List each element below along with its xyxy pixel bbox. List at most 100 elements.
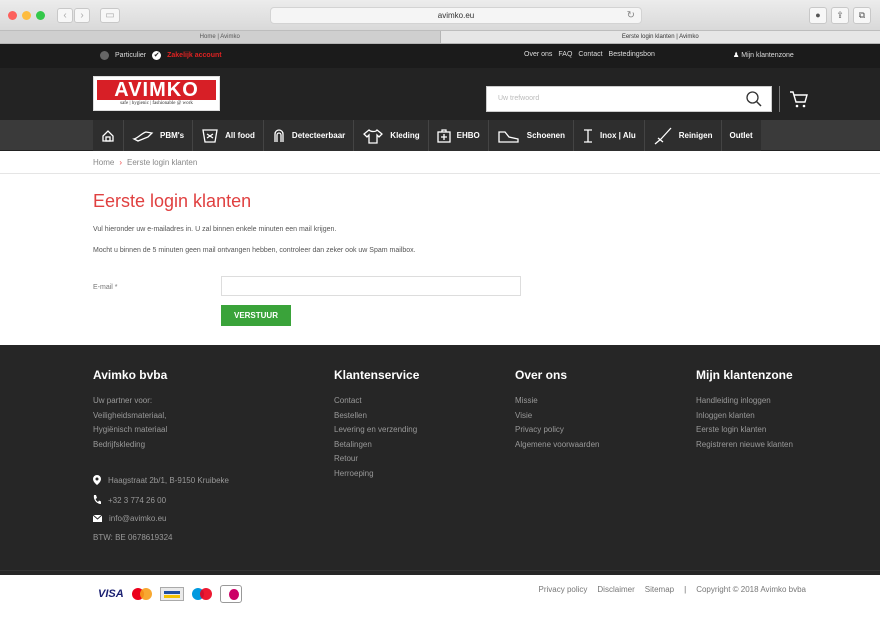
maximize-window-button[interactable] [36, 11, 45, 20]
cart-divider [779, 86, 780, 112]
cart-icon[interactable] [787, 88, 809, 110]
footer-link[interactable]: Betalingen [334, 438, 419, 453]
footer-heading: Mijn klantenzone [696, 368, 793, 382]
sidebar-icon[interactable]: ▭ [100, 8, 120, 23]
footer-vat: BTW: BE 0678619324 [93, 533, 172, 542]
browser-toolbar: ‹ › ▭ avimko.eu ↻ ● ⇪ ⧉ [0, 0, 880, 31]
top-link-faq[interactable]: FAQ [558, 51, 572, 58]
klantenzone-label: Mijn klantenzone [741, 52, 794, 59]
cat-detecteerbaar[interactable]: Detecteerbaar [264, 120, 355, 151]
instruction-text: Vul hieronder uw e-mailadres in. U zal b… [93, 226, 337, 233]
privacy-link[interactable]: Privacy policy [539, 585, 588, 594]
footer-email: info@avimko.eu [93, 514, 166, 523]
footer-col-over-ons: Over ons Missie Visie Privacy policy Alg… [515, 368, 600, 452]
top-link-contact[interactable]: Contact [578, 51, 602, 58]
footer-link[interactable]: Algemene voorwaarden [515, 438, 600, 453]
footer-heading: Klantenservice [334, 368, 420, 382]
glove-icon [132, 130, 154, 142]
footer-link[interactable]: Herroeping [334, 467, 419, 482]
phone-text[interactable]: +32 3 774 26 00 [108, 496, 166, 505]
site-footer: Avimko bvba Uw partner voor: Veiligheids… [0, 345, 880, 606]
footer-text: Veiligheidsmateriaal, [93, 410, 167, 420]
breadcrumb-current: Eerste login klanten [127, 158, 198, 167]
tabs-icon[interactable]: ⧉ [853, 7, 871, 24]
cat-reinigen[interactable]: Reinigen [645, 120, 722, 151]
back-icon[interactable]: ‹ [57, 8, 73, 23]
logo-wordmark: AVIMKO [97, 80, 216, 100]
email-text[interactable]: info@avimko.eu [109, 514, 166, 523]
vat-text: BTW: BE 0678619324 [93, 533, 173, 542]
site-header: AVIMKO safe | hygienic | fashionable @ w… [0, 68, 880, 120]
zakelijk-radio[interactable]: ✔ [152, 51, 162, 60]
visa-icon: VISA [98, 587, 124, 600]
cat-ehbo[interactable]: EHBO [429, 120, 489, 151]
search-icon[interactable] [745, 90, 763, 108]
footer-bottom-links: Privacy policy Disclaimer Sitemap | Copy… [539, 585, 807, 594]
cat-label: Reinigen [678, 131, 713, 140]
cat-outlet[interactable]: Outlet [722, 120, 761, 151]
extension-icon[interactable]: ● [809, 7, 827, 24]
footer-link[interactable]: Levering en verzending [334, 423, 419, 438]
submit-button[interactable]: VERSTUUR [221, 305, 291, 326]
particulier-label[interactable]: Particulier [115, 52, 146, 59]
footer-phone: +32 3 774 26 00 [93, 495, 166, 505]
cat-label: Detecteerbaar [291, 131, 346, 140]
tab-home[interactable]: Home | Avimko [0, 31, 440, 43]
footer-heading: Avimko bvba [93, 368, 168, 382]
cat-all-food[interactable]: All food [193, 120, 264, 151]
footer-link[interactable]: Eerste login klanten [696, 423, 793, 438]
zakelijk-label[interactable]: Zakelijk account [167, 52, 221, 59]
footer-link[interactable]: Privacy policy [515, 423, 600, 438]
logo-tagline: safe | hygienic | fashionable @ work [120, 101, 193, 106]
reload-icon[interactable]: ↻ [627, 8, 635, 23]
footer-link[interactable]: Contact [334, 394, 419, 409]
payment-methods: VISA [93, 581, 256, 606]
user-icon: ♟ [733, 52, 740, 59]
browser-window: ‹ › ▭ avimko.eu ↻ ● ⇪ ⧉ Home | Avimko Ee… [0, 0, 880, 629]
breadcrumb-home[interactable]: Home [93, 158, 114, 167]
top-links: Over ons FAQ Contact Bestedingsbon [524, 51, 655, 58]
cat-label: Kleding [390, 131, 420, 140]
footer-col-company: Avimko bvba Uw partner voor: Veiligheids… [93, 368, 167, 452]
maestro-icon [190, 587, 214, 601]
shirt-icon [363, 128, 384, 144]
klantenzone-link[interactable]: ♟ Mijn klantenzone [733, 51, 794, 59]
footer-link[interactable]: Visie [515, 409, 600, 424]
footer-link[interactable]: Inloggen klanten [696, 409, 793, 424]
minimize-window-button[interactable] [22, 11, 31, 20]
cat-home[interactable] [93, 120, 124, 151]
sitemap-link[interactable]: Sitemap [645, 585, 674, 594]
address-text: Haagstraat 2b/1, B-9150 Kruibeke [108, 475, 229, 485]
particulier-radio[interactable] [100, 51, 109, 60]
footer-link[interactable]: Bestellen [334, 409, 419, 424]
mastercard-icon [130, 587, 154, 601]
top-link-bestedingsbon[interactable]: Bestedingsbon [609, 51, 655, 58]
phone-icon [93, 495, 101, 504]
footer-link[interactable]: Retour [334, 452, 419, 467]
top-link-over-ons[interactable]: Over ons [524, 51, 552, 58]
breadcrumb: Home › Eerste login klanten [0, 151, 880, 174]
address-bar[interactable]: avimko.eu ↻ [270, 7, 642, 24]
footer-address: Haagstraat 2b/1, B-9150 Kruibeke [93, 475, 229, 485]
cat-schoenen[interactable]: Schoenen [489, 120, 574, 151]
footer-link[interactable]: Missie [515, 394, 600, 409]
footer-heading: Over ons [515, 368, 568, 382]
detect-icon [274, 128, 284, 142]
share-icon[interactable]: ⇪ [831, 7, 849, 24]
cat-inox-alu[interactable]: Inox | Alu [574, 120, 645, 151]
site-logo[interactable]: AVIMKO safe | hygienic | fashionable @ w… [93, 76, 220, 111]
close-window-button[interactable] [8, 11, 17, 20]
forward-icon[interactable]: › [74, 8, 90, 23]
site-topbar: Particulier ✔ Zakelijk account Over ons … [0, 44, 880, 68]
shoe-icon [498, 130, 519, 143]
cat-pbms[interactable]: PBM's [124, 120, 194, 151]
cat-kleding[interactable]: Kleding [354, 120, 429, 151]
tab-eerste-login[interactable]: Eerste login klanten | Avimko [439, 31, 880, 43]
email-field[interactable] [221, 276, 521, 296]
search-input[interactable]: Uw trefwoord [498, 95, 539, 102]
address-text: avimko.eu [437, 11, 475, 20]
footer-link[interactable]: Registreren nieuwe klanten [696, 438, 793, 453]
disclaimer-link[interactable]: Disclaimer [597, 585, 634, 594]
footer-text: Uw partner voor: [93, 396, 153, 405]
footer-link[interactable]: Handleiding inloggen [696, 394, 793, 409]
